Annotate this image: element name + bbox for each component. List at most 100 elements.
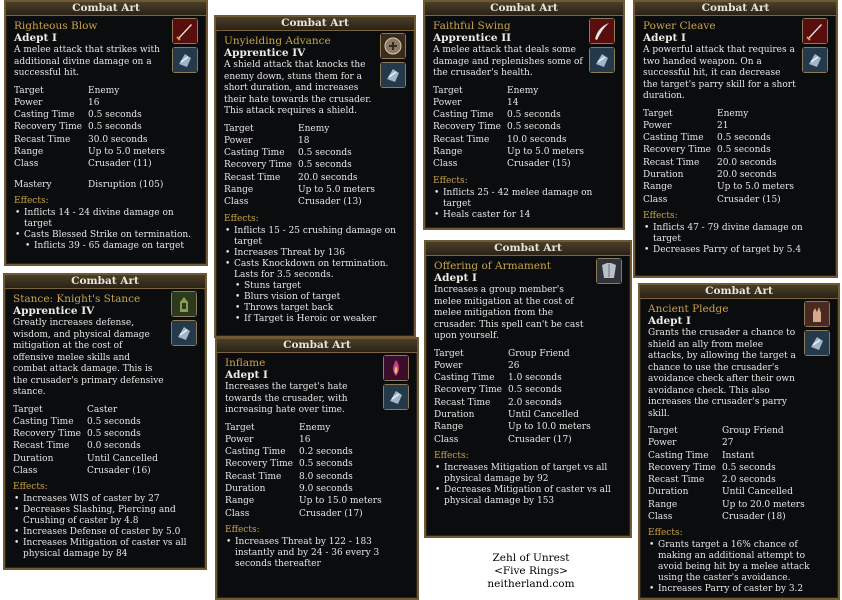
- signature-name: Zehl of Unrest: [492, 552, 570, 564]
- ability-name: Ancient Pledge: [648, 303, 729, 315]
- stat-row: Recovery Time 0.5 seconds: [14, 121, 200, 133]
- stat-row: Class Crusader (15): [433, 158, 617, 170]
- card-power-cleave: Combat Art Power Cleave Adept IA powerful …: [633, 0, 838, 278]
- gauntlet-icon[interactable]: [804, 330, 830, 356]
- stat-value: 0.5 seconds: [717, 133, 771, 144]
- effect-item: Heals caster for 14: [433, 210, 617, 221]
- stats-table: Target Group Friend Power 27 Casting Time Ins…: [648, 425, 832, 523]
- flame-icon[interactable]: [383, 355, 409, 381]
- stat-value: 14: [507, 97, 519, 108]
- stat-value: Caster: [87, 404, 118, 415]
- stat-row: Duration Until Cancelled: [648, 486, 832, 498]
- stat-value: Crusader (11): [88, 159, 152, 170]
- stat-value: Disruption (105): [88, 179, 164, 190]
- stat-row: Range Up to 15.0 meters: [225, 495, 411, 507]
- stat-value: 2.0 seconds: [722, 475, 776, 486]
- gauntlet-icon[interactable]: [802, 47, 828, 73]
- stat-label: Recast Time: [14, 134, 71, 145]
- sword-icon[interactable]: [802, 18, 828, 44]
- knight-stance-icon[interactable]: [171, 291, 197, 317]
- gauntlet-icon[interactable]: [380, 62, 406, 88]
- card-ancient-pledge: Combat Art Ancient Pledge Adept I Grants th…: [638, 283, 840, 600]
- stat-row: Range Up to 5.0 meters: [14, 146, 200, 158]
- gauntlet-icon[interactable]: [171, 320, 197, 346]
- stat-value: 0.5 seconds: [507, 110, 561, 121]
- card-unyielding-advance: Combat Art Unyielding Advance Apprentice I…: [214, 15, 416, 338]
- stat-row: Class Crusader (18): [648, 511, 832, 523]
- stat-label: Power: [434, 360, 463, 371]
- stat-label: Recast Time: [13, 441, 70, 452]
- icon-stack: [804, 301, 832, 359]
- gauntlet-icon[interactable]: [589, 47, 615, 73]
- ability-name: Stance: Knight's Stance: [13, 293, 141, 305]
- stat-label: Casting Time: [13, 416, 74, 427]
- stat-label: Range: [14, 146, 44, 157]
- stat-label: Class: [224, 197, 249, 208]
- effects-title: Effects:: [434, 450, 469, 461]
- pledge-hand-icon[interactable]: [804, 301, 830, 327]
- armor-icon[interactable]: [596, 258, 622, 284]
- effects-list: Increases Threat by 122 - 183 instantly …: [225, 537, 411, 570]
- stat-value: Enemy: [717, 108, 749, 119]
- stat-label: Recovery Time: [13, 429, 81, 440]
- stat-label: Casting Time: [648, 450, 709, 461]
- shield-bash-icon[interactable]: [380, 33, 406, 59]
- icon-stack: [589, 18, 617, 76]
- stat-label: Target: [225, 422, 255, 433]
- effects-title: Effects:: [643, 210, 678, 221]
- stat-label: Recast Time: [434, 397, 491, 408]
- stat-value: Group Friend: [722, 426, 784, 436]
- stat-row: Power 21: [643, 120, 830, 132]
- stat-row: Class Crusader (17): [434, 434, 624, 446]
- effect-item: Inflicts 39 - 65 damage on target: [14, 241, 200, 252]
- stat-row: Duration 9.0 seconds: [225, 483, 411, 495]
- stat-label: Recast Time: [643, 157, 700, 168]
- stat-label: Power: [433, 97, 462, 108]
- effect-item: Increases Threat by 122 - 183 instantly …: [225, 537, 411, 570]
- icon-stack: [380, 33, 408, 91]
- sword-icon[interactable]: [172, 18, 198, 44]
- stat-label: Recast Time: [433, 134, 490, 145]
- stat-label: Recovery Time: [14, 122, 82, 133]
- gauntlet-icon[interactable]: [172, 47, 198, 73]
- card-body: Unyielding Advance Apprentice IV A shield …: [216, 31, 414, 325]
- effect-item: Decreases Mitigation of caster vs all ph…: [434, 485, 624, 507]
- stat-label: Range: [433, 146, 463, 157]
- stat-label: Target: [648, 426, 678, 436]
- card-body: Righteous Blow Adept IA melee attack that…: [6, 16, 206, 252]
- stat-label: Class: [643, 194, 668, 205]
- stat-value: Enemy: [88, 85, 120, 96]
- stat-value: Up to 5.0 meters: [88, 146, 166, 157]
- stat-row: Power 16: [14, 97, 200, 109]
- stats-table: Target Enemy Power 16 Casting Time 0.2 second…: [225, 422, 411, 520]
- scimitar-icon[interactable]: [589, 18, 615, 44]
- stat-label: Target: [643, 108, 673, 119]
- effects-title: Effects:: [433, 175, 468, 186]
- stat-row: Target Enemy: [643, 108, 830, 120]
- effect-item: Increases Mitigation of caster vs all ph…: [13, 538, 199, 560]
- stat-row: Recast Time 20.0 seconds: [643, 157, 830, 169]
- ability-description: A powerful attack that requires a two ha…: [643, 45, 796, 101]
- stat-label: Range: [648, 499, 678, 510]
- card-header: Combat Art: [426, 242, 630, 256]
- ability-description: Greatly increases defense, wisdom, and p…: [13, 318, 164, 397]
- stat-value: 0.5 seconds: [717, 145, 771, 156]
- stat-label: Recovery Time: [433, 122, 501, 133]
- effects-list: Inflicts 47 - 79 divine damage on target…: [643, 223, 830, 256]
- ability-description: Increases a group member's melee mitigat…: [434, 285, 584, 341]
- stat-value: Crusader (17): [299, 508, 363, 519]
- stats-table: Target Enemy Power 21 Casting Time 0.5 second…: [643, 108, 830, 206]
- stat-label: Class: [13, 465, 38, 476]
- stat-label: Casting Time: [224, 148, 285, 159]
- effect-item: Increases WIS of caster by 27: [13, 494, 199, 505]
- stats-table: Target Enemy Power 18 Casting Time 0.5 second…: [224, 123, 408, 209]
- stat-row: Power 14: [433, 97, 617, 109]
- stat-row: Recovery Time 0.5 seconds: [13, 428, 199, 440]
- stat-label: Class: [434, 434, 459, 445]
- stat-row: Target Enemy: [225, 422, 411, 434]
- stats-table: Target Caster Casting Time 0.5 seconds Recov…: [13, 404, 199, 478]
- gauntlet-icon[interactable]: [383, 384, 409, 410]
- stat-value: 0.5 seconds: [508, 385, 562, 396]
- effect-item: Stuns target: [224, 281, 408, 292]
- ability-name: Unyielding Advance: [224, 35, 331, 47]
